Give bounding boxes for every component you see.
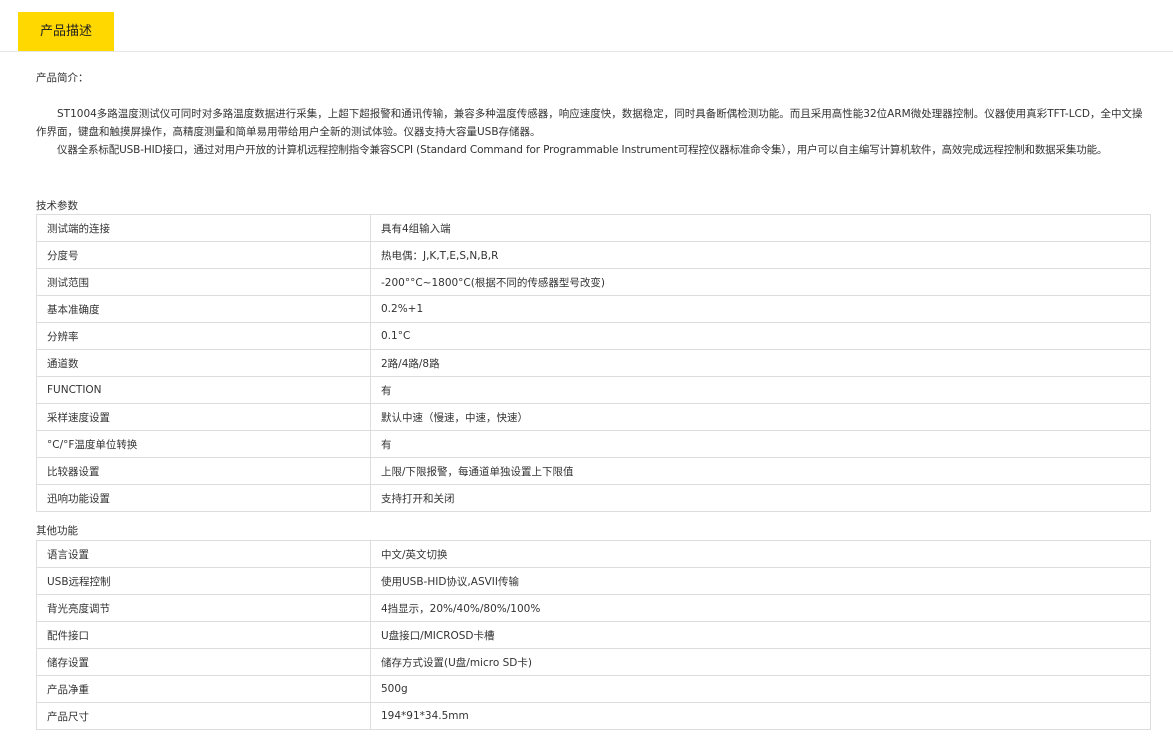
param-name: FUNCTION (36, 376, 371, 404)
table-row: 测试端的连接 具有4组输入端 (36, 214, 1151, 242)
intro-paragraph-1: ST1004多路温度测试仪可同时对多路温度数据进行采集，上超下超报警和通讯传输，… (36, 108, 1143, 138)
param-value: 有 (370, 376, 1151, 404)
tab-product-description[interactable]: 产品描述 (18, 12, 114, 51)
intro-label: 产品简介： (36, 72, 89, 84)
table-row: 分度号 热电偶：J,K,T,E,S,N,B,R (36, 241, 1151, 269)
table-row: USB远程控制 使用USB-HID协议,ASVII传输 (36, 567, 1151, 595)
tab-bar: 产品描述 (0, 0, 1173, 52)
table-row: 配件接口 U盘接口/MICROSD卡槽 (36, 621, 1151, 649)
param-name: USB远程控制 (36, 567, 371, 595)
table-row: 储存设置 储存方式设置(U盘/micro SD卡) (36, 648, 1151, 676)
param-value: 支持打开和关闭 (370, 484, 1151, 512)
param-value: 4挡显示，20%/40%/80%/100% (370, 594, 1151, 622)
table-row: 背光亮度调节 4挡显示，20%/40%/80%/100% (36, 594, 1151, 622)
param-name: 测试端的连接 (36, 214, 371, 242)
param-value: -200°°C~1800°C(根据不同的传感器型号改变) (370, 268, 1151, 296)
param-name: 产品尺寸 (36, 702, 371, 730)
param-name: 背光亮度调节 (36, 594, 371, 622)
table-row: 分辨率 0.1°C (36, 322, 1151, 350)
param-value: 194*91*34.5mm (370, 702, 1151, 730)
tech-params-title: 技术参数 (36, 200, 78, 212)
table-row: 迅响功能设置 支持打开和关闭 (36, 484, 1151, 512)
param-value: 上限/下限报警，每通道单独设置上下限值 (370, 457, 1151, 485)
param-name: 通道数 (36, 349, 371, 377)
param-value: 具有4组输入端 (370, 214, 1151, 242)
param-name: 分辨率 (36, 322, 371, 350)
param-name: 储存设置 (36, 648, 371, 676)
table-row: 产品尺寸 194*91*34.5mm (36, 702, 1151, 730)
table-row: 产品净重 500g (36, 675, 1151, 703)
param-value: 默认中速（慢速，中速，快速） (370, 403, 1151, 431)
param-value: 0.1°C (370, 322, 1151, 350)
table-row: 语言设置 中文/英文切换 (36, 540, 1151, 568)
intro-paragraph-2: 仪器全系标配USB-HID接口，通过对用户开放的计算机远程控制指令兼容SCPI … (57, 144, 1108, 156)
param-value: 储存方式设置(U盘/micro SD卡) (370, 648, 1151, 676)
param-value: U盘接口/MICROSD卡槽 (370, 621, 1151, 649)
param-name: 迅响功能设置 (36, 484, 371, 512)
param-name: 分度号 (36, 241, 371, 269)
other-functions-table: 语言设置 中文/英文切换 USB远程控制 使用USB-HID协议,ASVII传输 背光亮… (36, 540, 1151, 730)
table-row: 基本准确度 0.2%+1 (36, 295, 1151, 323)
table-row: 通道数 2路/4路/8路 (36, 349, 1151, 377)
param-value: 2路/4路/8路 (370, 349, 1151, 377)
param-value: 500g (370, 675, 1151, 703)
param-name: 语言设置 (36, 540, 371, 568)
param-name: 测试范围 (36, 268, 371, 296)
other-functions-title: 其他功能 (36, 525, 78, 537)
param-value: 0.2%+1 (370, 295, 1151, 323)
table-row: 采样速度设置 默认中速（慢速，中速，快速） (36, 403, 1151, 431)
param-value: 使用USB-HID协议,ASVII传输 (370, 567, 1151, 595)
param-name: 基本准确度 (36, 295, 371, 323)
param-name: 采样速度设置 (36, 403, 371, 431)
param-value: 有 (370, 430, 1151, 458)
table-row: °C/°F温度单位转换有 (36, 430, 1151, 458)
param-value: 热电偶：J,K,T,E,S,N,B,R (370, 241, 1151, 269)
table-row: 测试范围 -200°°C~1800°C(根据不同的传感器型号改变) (36, 268, 1151, 296)
param-name: 配件接口 (36, 621, 371, 649)
param-value: 中文/英文切换 (370, 540, 1151, 568)
table-row: FUNCTION 有 (36, 376, 1151, 404)
param-name: 产品净重 (36, 675, 371, 703)
tech-params-table: 测试端的连接 具有4组输入端 分度号 热电偶：J,K,T,E,S,N,B,R 测试范围… (36, 214, 1151, 512)
param-name: °C/°F温度单位转换 (36, 430, 371, 458)
param-name: 比较器设置 (36, 457, 371, 485)
table-row: 比较器设置 上限/下限报警，每通道单独设置上下限值 (36, 457, 1151, 485)
